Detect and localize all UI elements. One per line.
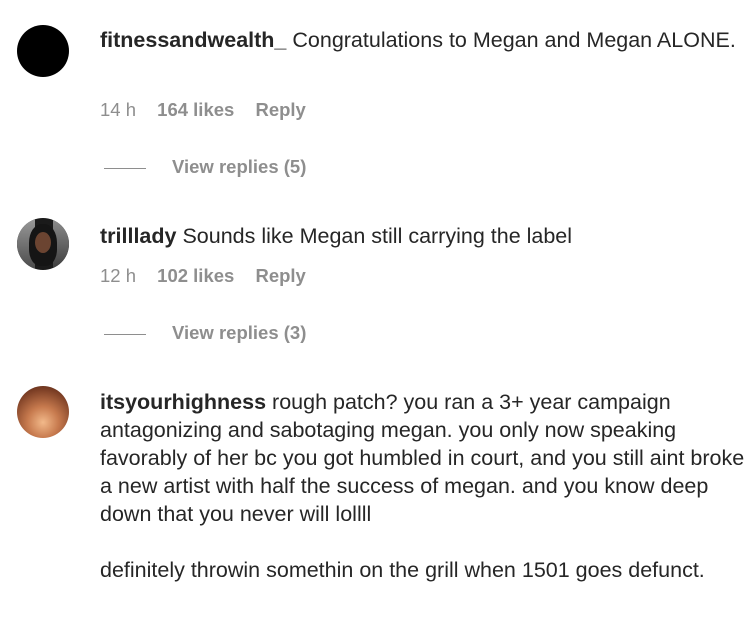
username[interactable]: fitnessandwealth_ <box>100 28 286 52</box>
divider-line <box>104 333 146 335</box>
comment-body: Congratulations to Megan and Megan ALONE… <box>292 28 736 52</box>
likes-count[interactable]: 164 likes <box>157 99 234 120</box>
avatar[interactable] <box>17 218 69 270</box>
avatar-face <box>35 232 51 253</box>
avatar[interactable] <box>17 25 69 77</box>
comment-meta: 14 h 164 likes Reply <box>100 99 322 121</box>
view-replies-button[interactable]: View replies (3) <box>104 322 306 344</box>
comment-time[interactable]: 14 h <box>100 99 136 120</box>
comment-text: fitnessandwealth_ Congratulations to Meg… <box>100 26 745 54</box>
view-replies-label: View replies (5) <box>172 156 307 177</box>
reply-button[interactable]: Reply <box>255 265 305 286</box>
view-replies-button[interactable]: View replies (5) <box>104 156 306 178</box>
comment-text: itsyourhighness rough patch? you ran a 3… <box>100 388 745 584</box>
likes-count[interactable]: 102 likes <box>157 265 234 286</box>
reply-button[interactable]: Reply <box>255 99 305 120</box>
username[interactable]: trilllady <box>100 224 176 248</box>
comment-time[interactable]: 12 h <box>100 265 136 286</box>
username[interactable]: itsyourhighness <box>100 390 266 414</box>
comment-body-paragraph-2: definitely throwin somethin on the grill… <box>100 558 705 582</box>
view-replies-label: View replies (3) <box>172 322 307 343</box>
comment-text: trilllady Sounds like Megan still carryi… <box>100 222 745 250</box>
avatar[interactable] <box>17 386 69 438</box>
comment-body: Sounds like Megan still carrying the lab… <box>182 224 573 248</box>
divider-line <box>104 167 146 169</box>
comment-meta: 12 h 102 likes Reply <box>100 265 322 287</box>
